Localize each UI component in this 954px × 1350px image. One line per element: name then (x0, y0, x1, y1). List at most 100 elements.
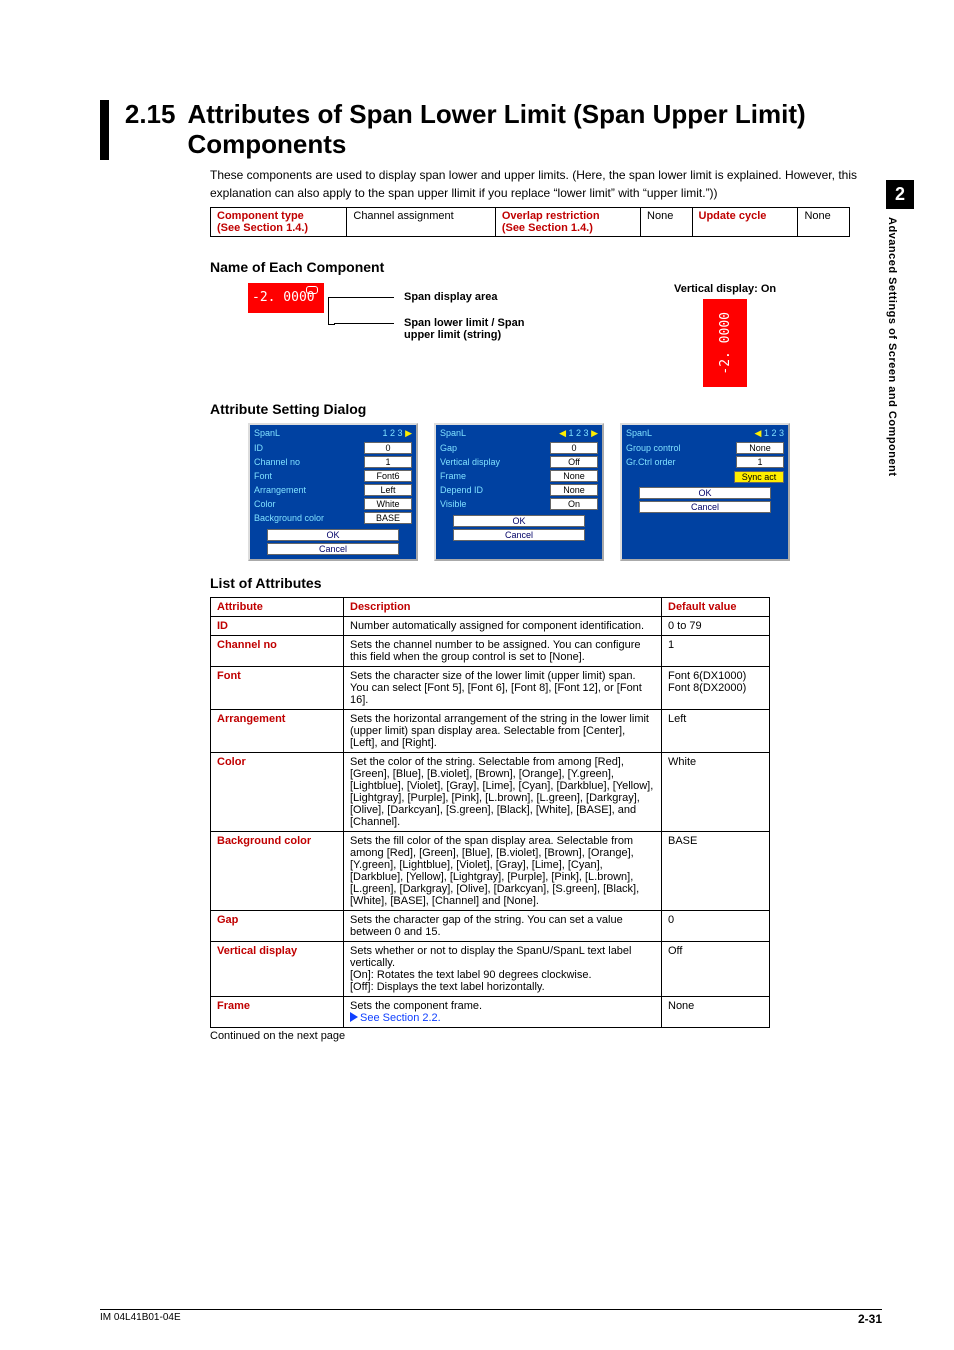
dialog-title: SpanL (626, 428, 652, 439)
dialog-field-label: Gr.Ctrl order (626, 457, 676, 467)
meta-header-component-type: Component type (See Section 1.4.) (211, 207, 347, 236)
attr-description: Number automatically assigned for compon… (344, 616, 662, 635)
attr-description: Sets the character gap of the string. Yo… (344, 910, 662, 941)
table-row: Vertical displaySets whether or not to d… (211, 941, 770, 996)
dialog-title: SpanL (440, 428, 466, 439)
table-row: IDNumber automatically assigned for comp… (211, 616, 770, 635)
attr-name: Gap (211, 910, 344, 941)
dialog-field-value: Left (364, 484, 412, 496)
dialog-field-label: Arrangement (254, 485, 306, 495)
heading-attribute-setting-dialog: Attribute Setting Dialog (210, 401, 882, 417)
chapter-number-badge: 2 (886, 180, 914, 209)
page-footer: IM 04L41B01-04E 2-31 (100, 1309, 882, 1326)
heading-list-of-attributes: List of Attributes (210, 575, 882, 591)
attr-name: Vertical display (211, 941, 344, 996)
attr-description: Sets whether or not to display the SpanU… (344, 941, 662, 996)
footer-doc-id: IM 04L41B01-04E (100, 1312, 181, 1326)
intro-paragraph: These components are used to display spa… (210, 166, 882, 203)
footer-page-number: 2-31 (858, 1312, 882, 1326)
col-default: Default value (662, 597, 770, 616)
cancel-button: Cancel (453, 529, 585, 541)
component-diagram: -2. 0000 Span display area Span lower li… (248, 283, 882, 387)
dialog-field-value: None (736, 442, 784, 454)
meta-value-update: None (798, 207, 850, 236)
meta-header-overlap: Overlap restriction (See Section 1.4.) (495, 207, 640, 236)
dialog-panel: SpanL◀ 1 2 3Group controlNoneGr.Ctrl ord… (620, 423, 790, 561)
attr-description: Sets the fill color of the span display … (344, 831, 662, 910)
attr-description: Sets the character size of the lower lim… (344, 666, 662, 709)
span-display-box: -2. 0000 (248, 283, 324, 313)
meta-value-component-type: Channel assignment (347, 207, 495, 236)
dialog-screenshots: SpanL1 2 3 ▶ID0Channel no1FontFont6Arran… (248, 423, 882, 561)
section-title: Attributes of Span Lower Limit (Span Upp… (187, 100, 882, 160)
attr-description: Sets the horizontal arrangement of the s… (344, 709, 662, 752)
attr-default: 0 to 79 (662, 616, 770, 635)
dialog-field-label: Gap (440, 443, 457, 453)
vertical-span-display-box: -2. 0000 (703, 299, 747, 387)
dialog-field-value: 1 (364, 456, 412, 468)
ok-button: OK (453, 515, 585, 527)
dialog-field-label: Frame (440, 471, 466, 481)
attr-default: 0 (662, 910, 770, 941)
dialog-field-value: Font6 (364, 470, 412, 482)
dialog-field-value: None (550, 470, 598, 482)
attr-name: Background color (211, 831, 344, 910)
attr-name: Font (211, 666, 344, 709)
dialog-field-label: Vertical display (440, 457, 500, 467)
attr-default: Off (662, 941, 770, 996)
attr-name: Arrangement (211, 709, 344, 752)
dialog-field-value: BASE (364, 512, 412, 524)
chapter-side-label: Advanced Settings of Screen and Componen… (886, 209, 898, 476)
callout-lines (334, 283, 394, 343)
cursor-icon (306, 286, 318, 294)
span-value: -2. 0000 (252, 290, 315, 305)
heading-name-of-each-component: Name of Each Component (210, 259, 882, 275)
attr-name: Channel no (211, 635, 344, 666)
col-attribute: Attribute (211, 597, 344, 616)
attr-description: Set the color of the string. Selectable … (344, 752, 662, 831)
table-row: ColorSet the color of the string. Select… (211, 752, 770, 831)
dialog-field-value: None (550, 484, 598, 496)
dialog-title: SpanL (254, 428, 280, 439)
heading-bar-icon (100, 100, 109, 160)
dialog-field-value: Off (550, 456, 598, 468)
dialog-field-label: Depend ID (440, 485, 483, 495)
dialog-panel: SpanL1 2 3 ▶ID0Channel no1FontFont6Arran… (248, 423, 418, 561)
attr-default: None (662, 996, 770, 1027)
dialog-field-value: 1 (736, 456, 784, 468)
attr-description: Sets the channel number to be assigned. … (344, 635, 662, 666)
ok-button: OK (639, 487, 771, 499)
table-row: Background colorSets the fill color of t… (211, 831, 770, 910)
dialog-pager: ◀ 1 2 3 (755, 428, 784, 439)
table-row: FontSets the character size of the lower… (211, 666, 770, 709)
col-description: Description (344, 597, 662, 616)
dialog-pager: 1 2 3 ▶ (383, 428, 412, 439)
dialog-field-value: 0 (364, 442, 412, 454)
dialog-panel: SpanL◀ 1 2 3 ▶Gap0Vertical displayOffFra… (434, 423, 604, 561)
dialog-field-value: White (364, 498, 412, 510)
meta-value-overlap: None (641, 207, 692, 236)
label-vertical-display-on: Vertical display: On (674, 283, 776, 295)
attr-default: Font 6(DX1000) Font 8(DX2000) (662, 666, 770, 709)
continued-note: Continued on the next page (210, 1030, 882, 1042)
cancel-button: Cancel (639, 501, 771, 513)
attr-default: White (662, 752, 770, 831)
attr-name: ID (211, 616, 344, 635)
label-span-display-area: Span display area (404, 291, 534, 303)
table-row: GapSets the character gap of the string.… (211, 910, 770, 941)
dialog-field-label: Background color (254, 513, 324, 523)
table-row: ArrangementSets the horizontal arrangeme… (211, 709, 770, 752)
attr-name: Frame (211, 996, 344, 1027)
label-span-lower-upper: Span lower limit / Span upper limit (str… (404, 317, 534, 341)
attr-description: Sets the component frame.See Section 2.2… (344, 996, 662, 1027)
dialog-field-value: 0 (550, 442, 598, 454)
attr-name: Color (211, 752, 344, 831)
cancel-button: Cancel (267, 543, 399, 555)
table-row: Channel noSets the channel number to be … (211, 635, 770, 666)
table-row: FrameSets the component frame.See Sectio… (211, 996, 770, 1027)
attr-default: BASE (662, 831, 770, 910)
attributes-table: Attribute Description Default value IDNu… (210, 597, 770, 1028)
section-heading: 2.15 Attributes of Span Lower Limit (Spa… (100, 100, 882, 160)
dialog-field-value: On (550, 498, 598, 510)
attr-default: 1 (662, 635, 770, 666)
